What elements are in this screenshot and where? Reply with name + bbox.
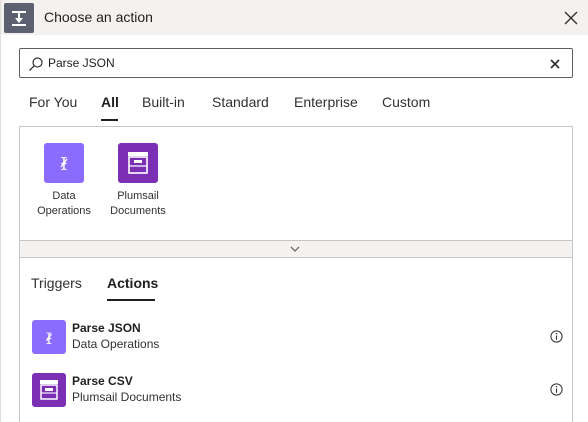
- action-name: Parse CSV: [72, 374, 133, 388]
- connector-label-line2: Operations: [37, 205, 91, 217]
- data-operations-icon: { }: [32, 320, 66, 354]
- tab-for-you[interactable]: For You: [29, 94, 77, 110]
- action-parse-json[interactable]: { } Parse JSON Data Operations: [20, 316, 572, 358]
- tab-all[interactable]: All: [101, 94, 119, 110]
- tab-active-underline: [101, 119, 118, 121]
- plumsail-documents-icon: [32, 373, 66, 407]
- action-parse-csv[interactable]: Parse CSV Plumsail Documents: [20, 369, 572, 411]
- close-icon[interactable]: [563, 10, 579, 26]
- info-icon[interactable]: [550, 330, 563, 343]
- subtab-active-underline: [107, 299, 155, 301]
- search-icon: [29, 57, 43, 71]
- action-name: Parse JSON: [72, 321, 141, 335]
- action-connector: Plumsail Documents: [72, 390, 182, 404]
- panel-title: Choose an action: [44, 9, 153, 25]
- tab-standard[interactable]: Standard: [212, 94, 269, 110]
- info-icon[interactable]: [550, 383, 563, 396]
- data-operations-icon: { }: [44, 143, 84, 183]
- tab-enterprise[interactable]: Enterprise: [294, 94, 358, 110]
- connector-label-line2: Documents: [110, 205, 166, 217]
- choose-action-panel: Choose an action For You All Built-in St…: [0, 0, 588, 422]
- results-section: Triggers Actions { } Parse JSON Data Ope…: [19, 258, 573, 422]
- chevron-down-icon: [290, 246, 300, 252]
- search-input[interactable]: [48, 54, 528, 72]
- connector-label-line1: Data: [52, 190, 76, 202]
- connector-data-operations[interactable]: { } Data Operations: [28, 143, 100, 219]
- plumsail-documents-icon: [118, 143, 158, 183]
- action-connector: Data Operations: [72, 337, 160, 351]
- connector-plumsail-documents[interactable]: Plumsail Documents: [102, 143, 174, 219]
- connector-label-line1: Plumsail: [117, 190, 159, 202]
- tab-triggers[interactable]: Triggers: [31, 275, 82, 291]
- tab-custom[interactable]: Custom: [382, 94, 430, 110]
- search-box[interactable]: [19, 48, 573, 78]
- panel-header: Choose an action: [1, 0, 588, 35]
- tab-actions[interactable]: Actions: [107, 275, 158, 291]
- connectors-list: { } Data Operations Plumsail: [19, 126, 573, 258]
- clear-icon[interactable]: [548, 57, 562, 71]
- tab-built-in[interactable]: Built-in: [142, 94, 185, 110]
- expand-connectors-bar[interactable]: [19, 240, 573, 258]
- flow-step-icon: [4, 3, 34, 33]
